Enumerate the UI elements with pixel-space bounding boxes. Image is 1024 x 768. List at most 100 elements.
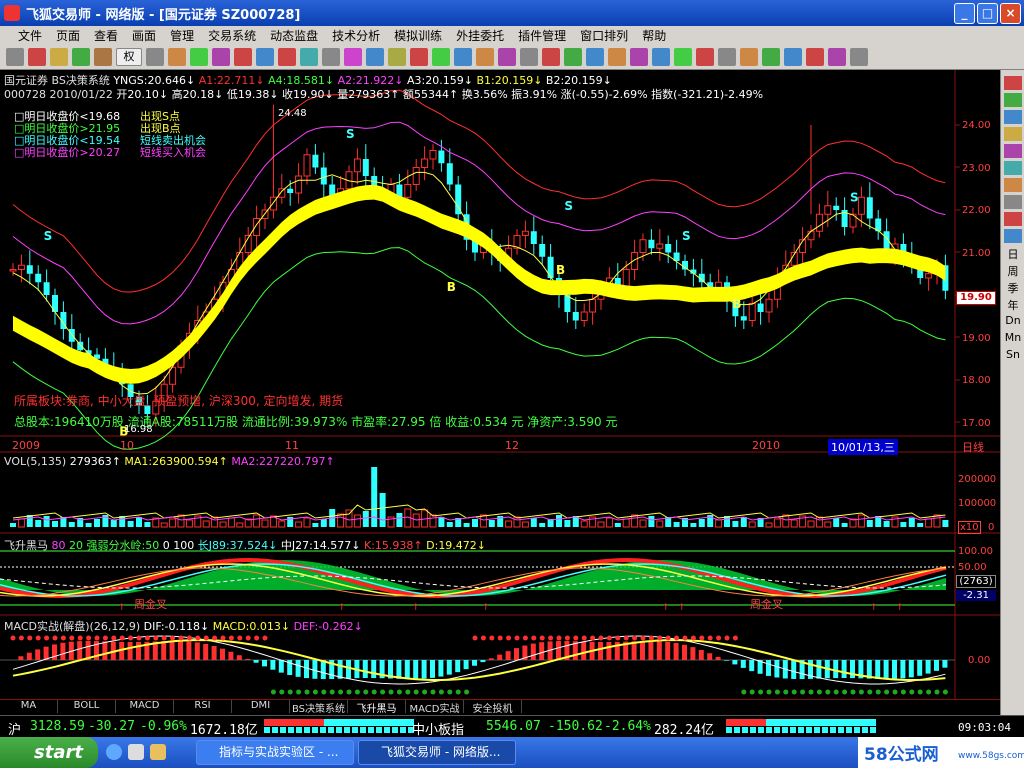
toolbar-icon-29[interactable] — [652, 48, 670, 66]
folder-icon[interactable] — [150, 744, 166, 760]
side-icon-8[interactable] — [1004, 212, 1022, 226]
side-tab-6[interactable]: Sn — [1002, 348, 1024, 364]
macd-dot-top-20 — [178, 635, 184, 641]
toolbar-icon-30[interactable] — [674, 48, 692, 66]
side-icon-4[interactable] — [1004, 144, 1022, 158]
indicator-tab-1[interactable]: BOLL — [58, 700, 116, 713]
toolbar-icon-17[interactable] — [388, 48, 406, 66]
toolbar-icon-12[interactable] — [278, 48, 296, 66]
macd-dot-bottom-5 — [52, 689, 58, 695]
toolbar-icon-37[interactable] — [828, 48, 846, 66]
side-icon-0[interactable] — [1004, 76, 1022, 90]
side-icon-7[interactable] — [1004, 195, 1022, 209]
macd-dot-bottom-90 — [766, 689, 772, 695]
side-tab-3[interactable]: 年 — [1002, 297, 1024, 313]
toolbar-icon-2[interactable] — [50, 48, 68, 66]
toolbar-icon-31[interactable] — [696, 48, 714, 66]
ie-icon[interactable] — [106, 744, 122, 760]
menu-item-4[interactable]: 管理 — [163, 27, 201, 44]
menu-item-0[interactable]: 文件 — [0, 27, 49, 44]
toolbar-icon-33[interactable] — [740, 48, 758, 66]
sh-amount: 1672.18亿 — [190, 723, 258, 738]
toolbar-icon-8[interactable] — [190, 48, 208, 66]
toolbar-icon-24[interactable] — [542, 48, 560, 66]
side-icon-9[interactable] — [1004, 229, 1022, 243]
macd-bar-108 — [917, 660, 923, 676]
toolbar-icon-1[interactable] — [28, 48, 46, 66]
toolbar-icon-9[interactable] — [212, 48, 230, 66]
toolbar-icon-0[interactable] — [6, 48, 24, 66]
toolbar-icon-28[interactable] — [630, 48, 648, 66]
indicator-tab-5[interactable]: BS决策系统 — [290, 700, 348, 715]
toolbar-icon-36[interactable] — [806, 48, 824, 66]
toolbar-icon-20[interactable] — [454, 48, 472, 66]
toolbar-icon-23[interactable] — [520, 48, 538, 66]
macd-dot-bottom-24 — [212, 689, 218, 695]
macd-bar-24 — [211, 645, 217, 660]
toolbar-icon-26[interactable] — [586, 48, 604, 66]
indicator-tab-3[interactable]: RSI — [174, 700, 232, 713]
chart-area[interactable]: S S S S S B B B B ↑ ↑ ↑ ↑ ↑ ↑ ↑ ↑ 国元证券 BS决策系统 YNGS:20.64… — [0, 70, 1000, 715]
side-icon-6[interactable] — [1004, 178, 1022, 192]
menu-item-6[interactable]: 动态监盘 — [263, 27, 325, 44]
indicator-tab-8[interactable]: 安全投机 — [464, 700, 522, 715]
toolbar-icon-13[interactable] — [300, 48, 318, 66]
toolbar-icon-21[interactable] — [476, 48, 494, 66]
toolbar-icon-4[interactable] — [94, 48, 112, 66]
vol-bar-110 — [933, 514, 941, 528]
toolbar-icon-6[interactable] — [146, 48, 164, 66]
toolbar-icon-18[interactable] — [410, 48, 428, 66]
toolbar-icon-22[interactable] — [498, 48, 516, 66]
menu-item-12[interactable]: 帮助 — [635, 27, 673, 44]
indicator-tab-7[interactable]: MACD实战 — [406, 700, 464, 715]
start-button[interactable]: start — [0, 737, 98, 768]
side-icon-2[interactable] — [1004, 110, 1022, 124]
toolbar-icon-3[interactable] — [72, 48, 90, 66]
toolbar-icon-7[interactable] — [168, 48, 186, 66]
candle-body-63 — [539, 244, 546, 257]
indicator-tab-4[interactable]: DMI — [232, 700, 290, 713]
indicator-tab-0[interactable]: MA — [0, 700, 58, 713]
toolbar-icon-27[interactable] — [608, 48, 626, 66]
toolbar-icon-35[interactable] — [784, 48, 802, 66]
menu-item-3[interactable]: 画面 — [125, 27, 163, 44]
toolbar-icon-15[interactable] — [344, 48, 362, 66]
side-tab-0[interactable]: 日 — [1002, 246, 1024, 262]
indicator-tab-6[interactable]: 飞升黑马 — [348, 700, 406, 715]
macd-dot-top-85 — [724, 635, 730, 641]
media-icon[interactable] — [128, 744, 144, 760]
quan-select[interactable]: 权 — [116, 48, 142, 66]
menu-item-7[interactable]: 技术分析 — [325, 27, 387, 44]
toolbar-icon-11[interactable] — [256, 48, 274, 66]
toolbar-icon-19[interactable] — [432, 48, 450, 66]
toolbar-icon-32[interactable] — [718, 48, 736, 66]
side-icon-1[interactable] — [1004, 93, 1022, 107]
indicator-tab-2[interactable]: MACD — [116, 700, 174, 713]
header-line2: 000728 2010/01/22 开20.10↓ 高20.18↓ 低19.38… — [4, 86, 763, 102]
side-tab-2[interactable]: 季 — [1002, 280, 1024, 296]
menu-item-5[interactable]: 交易系统 — [201, 27, 263, 44]
toolbar-icon-34[interactable] — [762, 48, 780, 66]
menu-item-9[interactable]: 外挂委托 — [449, 27, 511, 44]
menu-item-11[interactable]: 窗口排列 — [573, 27, 635, 44]
menu-item-8[interactable]: 模拟训练 — [387, 27, 449, 44]
toolbar-icon-16[interactable] — [366, 48, 384, 66]
menu-item-2[interactable]: 查看 — [87, 27, 125, 44]
side-tab-1[interactable]: 周 — [1002, 263, 1024, 279]
task-feihu[interactable]: 飞狐交易师 - 网络版... — [358, 740, 516, 765]
menu-item-10[interactable]: 插件管理 — [511, 27, 573, 44]
toolbar-icon-10[interactable] — [234, 48, 252, 66]
menu-item-1[interactable]: 页面 — [49, 27, 87, 44]
side-tab-4[interactable]: Dn — [1002, 314, 1024, 330]
side-icon-3[interactable] — [1004, 127, 1022, 141]
close-button[interactable]: × — [1000, 3, 1021, 24]
side-tab-5[interactable]: Mn — [1002, 331, 1024, 347]
maximize-button[interactable]: □ — [977, 3, 998, 24]
side-icon-5[interactable] — [1004, 161, 1022, 175]
task-forum[interactable]: 指标与实战实验区 - ... — [196, 740, 354, 765]
toolbar-icon-38[interactable] — [850, 48, 868, 66]
fs-annotation-1: 周金叉 — [134, 598, 167, 611]
toolbar-icon-14[interactable] — [322, 48, 340, 66]
minimize-button[interactable]: _ — [954, 3, 975, 24]
toolbar-icon-25[interactable] — [564, 48, 582, 66]
